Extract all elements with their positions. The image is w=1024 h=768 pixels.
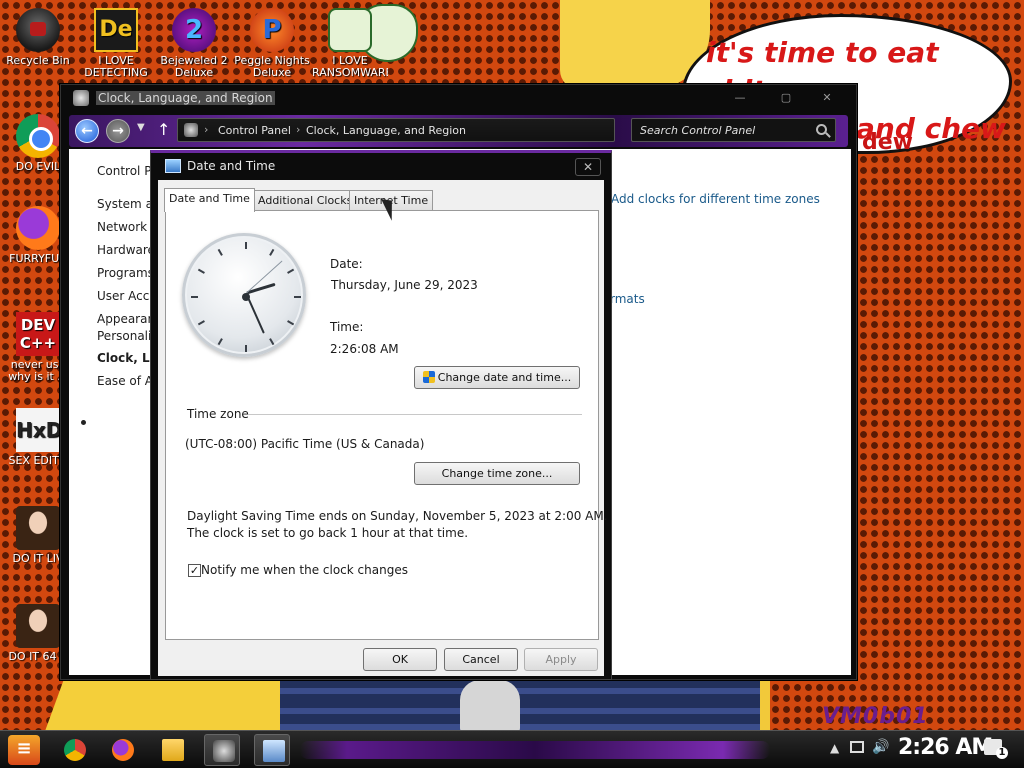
cancel-button[interactable]: Cancel [444, 648, 518, 671]
ok-button[interactable]: OK [363, 648, 437, 671]
taskbar-date-time[interactable] [254, 734, 290, 766]
firefox-icon [112, 739, 134, 761]
current-item-bullet-icon [81, 420, 86, 425]
control-panel-icon [73, 90, 89, 106]
recycle-bin-icon [16, 8, 60, 52]
notify-label[interactable]: Notify me when the clock changes [201, 563, 408, 577]
desktop-icon-detecting[interactable]: De I LOVE DETECTING [78, 8, 154, 79]
breadcrumb-control-panel[interactable]: Control Panel [218, 124, 291, 137]
apply-button[interactable]: Apply [524, 648, 598, 671]
detect-it-easy-icon: De [94, 8, 138, 52]
dialog-titlebar[interactable]: Date and Time ✕ [151, 153, 611, 180]
breadcrumb-separator-icon: › [296, 123, 301, 136]
file-explorer-icon [162, 739, 184, 761]
desktop-icon-bejeweled[interactable]: 2 Bejeweled 2 Deluxe [156, 8, 232, 79]
network-icon[interactable] [850, 741, 864, 753]
timezone-value: (UTC-08:00) Pacific Time (US & Canada) [185, 437, 425, 451]
bejeweled-icon: 2 [172, 8, 216, 52]
timezone-divider [248, 414, 582, 415]
start-button[interactable]: ≡ [8, 735, 40, 765]
close-button[interactable]: ✕ [813, 91, 841, 107]
portrait-icon [16, 604, 60, 648]
sidebar-item-personalization[interactable]: Personaliz [97, 329, 158, 343]
taskbar: ≡ ▲ 🔊 2:26 AM 1 [0, 730, 1024, 768]
sidebar-item-programs[interactable]: Programs [97, 266, 154, 280]
taskbar-control-panel[interactable] [204, 734, 240, 766]
analog-clock [182, 233, 306, 357]
notification-count-badge: 1 [996, 747, 1008, 759]
breadcrumb-clock-language-region[interactable]: Clock, Language, and Region [306, 124, 466, 137]
sidebar-item-ease-of-access[interactable]: Ease of A [97, 374, 153, 388]
ransomware-icon [328, 8, 372, 52]
date-value: Thursday, June 29, 2023 [331, 278, 478, 292]
sidebar-item-user-accounts[interactable]: User Acco [97, 289, 157, 303]
firefox-icon [16, 206, 60, 250]
wallpaper-speech-dew: dew [862, 130, 913, 155]
dialog-body: Date and Time Additional Clocks Internet… [158, 180, 608, 676]
tab-additional-clocks[interactable]: Additional Clocks [253, 190, 358, 211]
up-arrow-icon[interactable]: ↑ [157, 120, 170, 139]
notify-checkbox[interactable]: ✓ [188, 564, 201, 577]
control-panel-title: Clock, Language, and Region [96, 91, 275, 105]
desktop-icon-peggle[interactable]: P Peggle Nights Deluxe [234, 8, 310, 79]
wallpaper-figure [460, 680, 520, 734]
timezone-heading: Time zone [187, 407, 249, 421]
hxd-icon: HxD [16, 408, 62, 452]
dialog-close-button[interactable]: ✕ [575, 158, 601, 176]
minimize-button[interactable]: — [726, 91, 754, 107]
back-button[interactable]: ← [75, 119, 99, 143]
show-hidden-icons-icon[interactable]: ▲ [830, 741, 839, 755]
search-icon[interactable] [816, 124, 827, 135]
chrome-icon [16, 114, 60, 158]
forward-button[interactable]: → [106, 119, 130, 143]
navigation-bar: ← → ▼ ↑ › Control Panel › Clock, Languag… [69, 115, 848, 147]
change-timezone-button[interactable]: Change time zone... [414, 462, 580, 485]
dst-info-line1: Daylight Saving Time ends on Sunday, Nov… [187, 509, 608, 523]
control-panel-icon [213, 740, 235, 762]
date-time-icon [263, 740, 285, 762]
change-date-time-button[interactable]: Change date and time... [414, 366, 580, 389]
taskbar-firefox[interactable] [104, 734, 140, 766]
taskbar-file-explorer[interactable] [154, 734, 190, 766]
desktop-icon-recycle-bin[interactable]: Recycle Bin [0, 8, 76, 67]
wallpaper-image-strip [280, 678, 760, 734]
dialog-title: Date and Time [187, 159, 276, 173]
tab-date-and-time[interactable]: Date and Time [164, 188, 255, 212]
chrome-icon [64, 739, 86, 761]
taskbar-clock[interactable]: 2:26 AM [898, 735, 993, 760]
clock-hub [242, 293, 250, 301]
time-value: 2:26:08 AM [330, 342, 399, 356]
control-panel-icon [184, 123, 198, 137]
dst-info-line2: The clock is set to go back 1 hour at th… [187, 526, 469, 540]
history-dropdown-icon[interactable]: ▼ [137, 122, 145, 133]
taskbar-decoration [300, 741, 770, 759]
portrait-icon [16, 506, 60, 550]
search-placeholder: Search Control Panel [640, 124, 756, 137]
peggle-icon: P [250, 8, 294, 52]
date-label: Date: [330, 257, 363, 271]
add-clocks-link[interactable]: Add clocks for different time zones [611, 192, 820, 206]
tab-panel-date-and-time: Date: Thursday, June 29, 2023 Time: 2:26… [165, 210, 608, 640]
formats-link[interactable]: rmats [610, 292, 645, 306]
uac-shield-icon [422, 371, 435, 383]
dev-cpp-icon: DEV C++ [16, 312, 60, 356]
maximize-button[interactable]: ▢ [772, 91, 800, 107]
sidebar-item-hardware[interactable]: Hardware [97, 243, 155, 257]
sidebar-item-system[interactable]: System ar [97, 197, 158, 211]
search-input[interactable]: Search Control Panel [631, 118, 836, 142]
date-time-dialog: Date and Time ✕ Date and Time Additional… [150, 150, 612, 680]
volume-icon[interactable]: 🔊 [872, 739, 889, 755]
breadcrumb-separator-icon: › [204, 123, 209, 136]
taskbar-chrome[interactable] [56, 734, 92, 766]
date-time-icon [165, 159, 181, 173]
control-panel-titlebar[interactable]: Clock, Language, and Region — ▢ ✕ [61, 85, 856, 111]
time-label: Time: [330, 320, 364, 334]
address-bar[interactable]: › Control Panel › Clock, Language, and R… [177, 118, 615, 142]
desktop-icon-ransomware[interactable]: I LOVE RANSOMWARE [312, 8, 388, 79]
wallpaper-vm-tag: VM0b01 [822, 704, 929, 729]
